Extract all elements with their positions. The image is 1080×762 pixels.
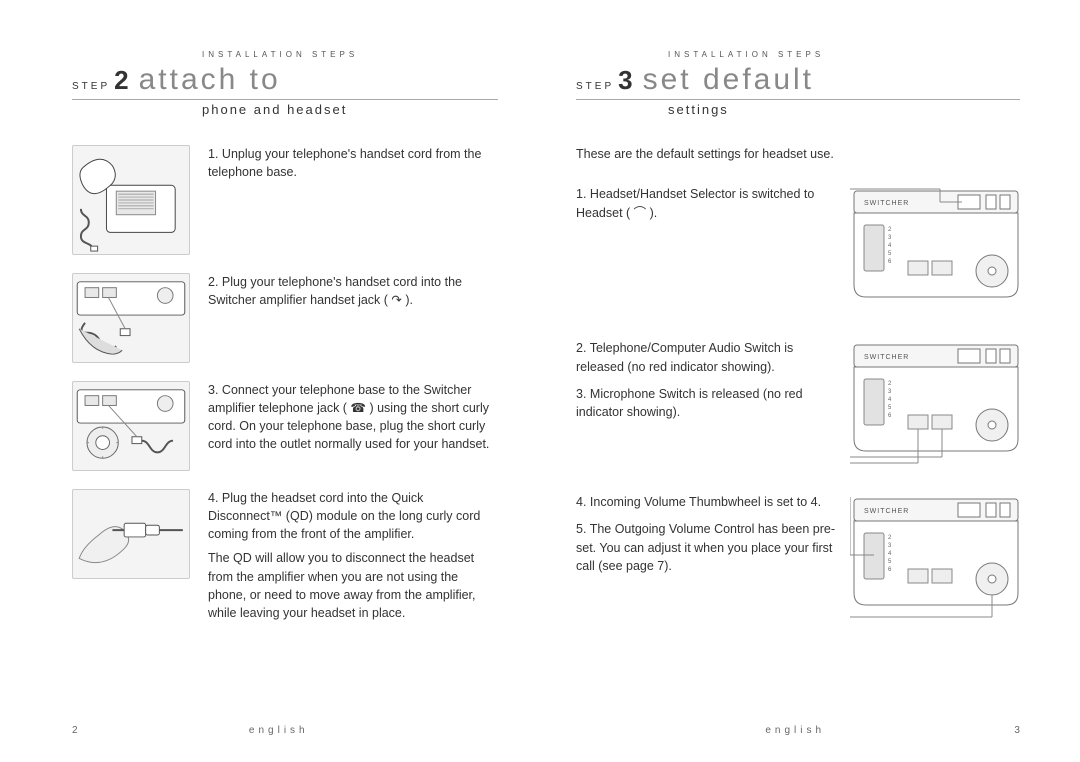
page-left: INSTALLATION STEPS STEP 2 attach to phon…	[0, 0, 540, 762]
intro-text: These are the default settings for heads…	[576, 145, 1020, 163]
svg-text:SWITCHER: SWITCHER	[864, 200, 909, 207]
illustration-switcher-3: SWITCHER 23456	[850, 493, 1020, 623]
page-number: 3	[1014, 725, 1020, 736]
step-word: STEP	[576, 81, 614, 92]
footer-right: english 3	[540, 725, 1080, 736]
illustration-connect-base	[72, 381, 190, 471]
qd-note: The QD will allow you to disconnect the …	[208, 549, 498, 622]
step-header-2: STEP 2 attach to	[72, 63, 498, 100]
setting-text-1: 1. Headset/Handset Selector is switched …	[576, 185, 850, 231]
svg-text:SWITCHER: SWITCHER	[864, 354, 909, 361]
setting-row-3: 4. Incoming Volume Thumbwheel is set to …	[576, 493, 1020, 623]
instruction-row-1: 1. Unplug your telephone's handset cord …	[72, 145, 498, 255]
setting-row-2: 2. Telephone/Computer Audio Switch is re…	[576, 339, 1020, 469]
svg-text:SWITCHER: SWITCHER	[864, 508, 909, 515]
language-label: english	[249, 725, 309, 736]
illustration-qd-plug	[72, 489, 190, 579]
step-number: 2	[114, 65, 128, 96]
step-subtitle: settings	[668, 102, 1020, 117]
illustration-switcher-1: SWITCHER 23456	[850, 185, 1020, 315]
step-word: STEP	[72, 81, 110, 92]
section-label: INSTALLATION STEPS	[668, 50, 1020, 59]
illustration-plug-handset-jack	[72, 273, 190, 363]
instruction-row-3: 3. Connect your telephone base to the Sw…	[72, 381, 498, 471]
step-number: 3	[618, 65, 632, 96]
illustration-switcher-2: SWITCHER 23456	[850, 339, 1020, 469]
setting-text-3: 4. Incoming Volume Thumbwheel is set to …	[576, 493, 850, 584]
language-label: english	[765, 725, 825, 736]
step-title: set default	[643, 63, 814, 97]
footer-left: 2 english	[0, 725, 540, 736]
instruction-text-4: 4. Plug the headset cord into the Quick …	[208, 489, 498, 628]
instruction-text-1: 1. Unplug your telephone's handset cord …	[208, 145, 498, 255]
instruction-text-2: 2. Plug your telephone's handset cord in…	[208, 273, 498, 363]
step-subtitle: phone and headset	[202, 102, 498, 117]
instruction-text-3: 3. Connect your telephone base to the Sw…	[208, 381, 498, 471]
instruction-row-4: 4. Plug the headset cord into the Quick …	[72, 489, 498, 628]
instruction-row-2: 2. Plug your telephone's handset cord in…	[72, 273, 498, 363]
page-number: 2	[72, 725, 78, 736]
step-header-3: STEP 3 set default	[576, 63, 1020, 100]
page-right: INSTALLATION STEPS STEP 3 set default se…	[540, 0, 1080, 762]
section-label: INSTALLATION STEPS	[202, 50, 498, 59]
setting-row-1: 1. Headset/Handset Selector is switched …	[576, 185, 1020, 315]
step-title: attach to	[139, 63, 281, 97]
illustration-phone-unplug	[72, 145, 190, 255]
setting-text-2: 2. Telephone/Computer Audio Switch is re…	[576, 339, 850, 430]
